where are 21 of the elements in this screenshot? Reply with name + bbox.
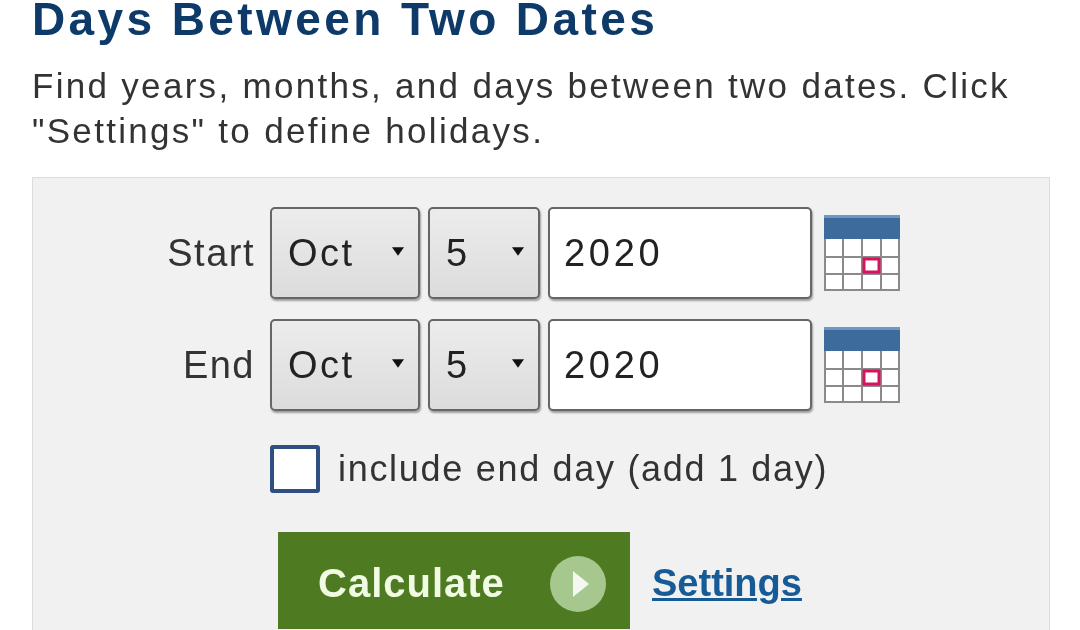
settings-link[interactable]: Settings [652,562,802,605]
caret-icon [512,358,524,368]
year-input[interactable]: 2020 [548,207,812,299]
caret-icon [512,246,524,256]
year-input[interactable]: 2020 [548,319,812,411]
description-text: Find years, months, and days between two dates. Click "Settings" to define holidays. [32,65,1011,152]
page-title: Days Between Two Dates [32,0,659,43]
month-select[interactable]: Oct [270,319,420,411]
caret-icon [392,246,404,256]
month-select[interactable]: Oct [270,207,420,299]
checkbox-label: include end day (add 1 day) [338,448,829,490]
caret-icon [392,358,404,368]
day-select[interactable]: 5 [428,207,540,299]
date-label: End [181,343,255,387]
calculate-button[interactable]: Calculate [278,532,630,629]
calendar-icon[interactable] [824,327,900,403]
play-icon [550,555,606,612]
day-select[interactable]: 5 [428,319,540,411]
checkbox[interactable] [270,445,320,493]
date-label: Start [166,231,255,275]
calendar-icon[interactable] [824,215,900,291]
